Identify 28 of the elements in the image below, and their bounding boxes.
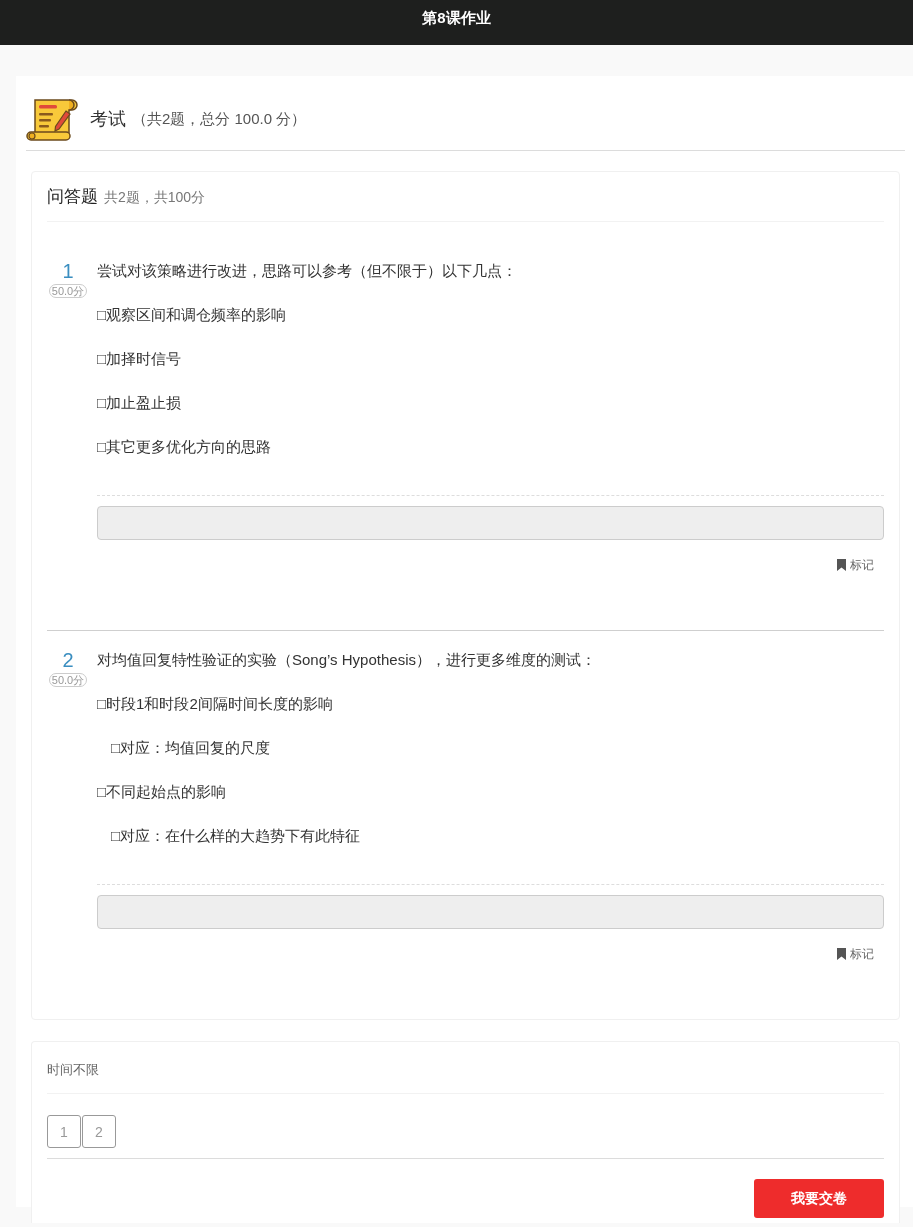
bookmark-icon bbox=[837, 948, 846, 960]
submit-button[interactable]: 我要交卷 bbox=[754, 1179, 884, 1218]
page-number-button[interactable]: 1 bbox=[47, 1115, 81, 1148]
question-number: 1 bbox=[62, 259, 74, 283]
list-item: □对应：在什么样的大趋势下有此特征 bbox=[111, 826, 362, 846]
answer-box[interactable] bbox=[97, 506, 884, 540]
answer-box[interactable] bbox=[97, 895, 884, 929]
mark-button[interactable]: 标记 bbox=[837, 557, 874, 573]
question-prompt: 对均值回复特性验证的实验（Song’s Hypothesis），进行更多维度的测试： bbox=[97, 650, 597, 670]
list-item: □观察区间和调仓频率的影响 bbox=[97, 305, 288, 325]
list-item: □不同起始点的影响 bbox=[97, 782, 228, 802]
page-number-button[interactable]: 2 bbox=[82, 1115, 116, 1148]
question-number: 2 bbox=[62, 648, 74, 672]
page-title: 第8课作业 bbox=[422, 9, 491, 28]
list-item: □加择时信号 bbox=[97, 349, 183, 369]
section-title: 问答题 bbox=[47, 186, 98, 208]
bookmark-icon bbox=[837, 559, 846, 571]
question-prompt: 尝试对该策略进行改进，思路可以参考（但不限于）以下几点： bbox=[97, 261, 518, 281]
time-limit-text: 时间不限 bbox=[47, 1042, 884, 1094]
exam-summary: （共2题，总分 100.0 分） bbox=[132, 109, 307, 129]
list-item: □对应：均值回复的尺度 bbox=[111, 738, 272, 758]
exam-title: 考试 bbox=[90, 108, 126, 131]
mark-button[interactable]: 标记 bbox=[837, 946, 874, 962]
list-item: □加止盈止损 bbox=[97, 393, 183, 413]
section-summary: 共2题，共100分 bbox=[104, 188, 206, 207]
scroll-pencil-icon bbox=[26, 96, 78, 142]
list-item: □时段1和时段2间隔时间长度的影响 bbox=[97, 694, 334, 714]
list-item: □其它更多优化方向的思路 bbox=[97, 437, 273, 457]
